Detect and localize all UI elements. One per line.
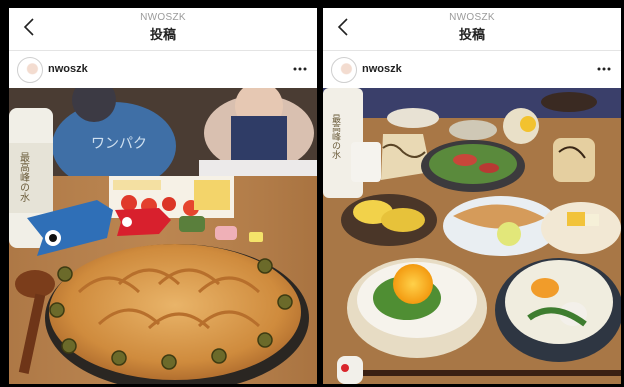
nav-bar: NWOSZK 投稿 (9, 8, 317, 51)
post-photo[interactable]: ワンパク 最高峰の水 (9, 88, 317, 384)
post-username[interactable]: nwoszk (48, 63, 88, 75)
more-options-button[interactable] (595, 61, 613, 77)
post-username[interactable]: nwoszk (362, 63, 402, 75)
nav-username: NWOSZK (449, 12, 495, 23)
post-screen-right: NWOSZK 投稿 nwoszk 最高峰の水 (323, 8, 621, 384)
shirt-text: ワンパク (91, 136, 147, 152)
more-options-button[interactable] (291, 61, 309, 77)
avatar[interactable] (17, 57, 43, 83)
nav-title: 投稿 (458, 27, 485, 42)
more-horizontal-icon (293, 67, 307, 71)
photo-canvas: ワンパク 最高峰の水 (9, 88, 317, 384)
post-header: nwoszk (9, 51, 317, 88)
bottle-text: 最高峰の水 (18, 152, 30, 202)
post-header: nwoszk (323, 51, 621, 88)
avatar[interactable] (331, 57, 357, 83)
nav-bar: NWOSZK 投稿 (323, 8, 621, 51)
bottle-text: 最高峰の水 (330, 114, 341, 159)
more-horizontal-icon (597, 67, 611, 71)
post-photo[interactable]: 最高峰の水 (323, 88, 621, 384)
nav-title: 投稿 (149, 27, 176, 42)
nav-username: NWOSZK (140, 12, 186, 23)
post-screen-left: NWOSZK 投稿 nwoszk ワンパク 最高峰の水 (9, 8, 317, 384)
photo-canvas: 最高峰の水 (323, 88, 621, 384)
